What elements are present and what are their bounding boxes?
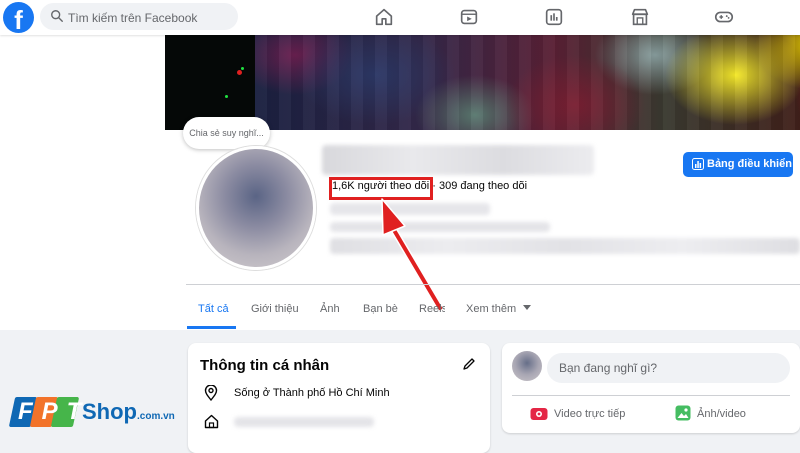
fpt-shop-watermark: FPT Shop.com.vn [8, 395, 175, 435]
search-bar[interactable] [40, 3, 238, 32]
intro-title: Thông tin cá nhân [200, 357, 330, 374]
location-pin-icon [204, 385, 218, 401]
marketplace-icon[interactable] [629, 6, 651, 28]
live-video-icon[interactable] [530, 407, 548, 421]
dashboard-icon[interactable] [543, 6, 565, 28]
tab-photos[interactable]: Ảnh [320, 303, 340, 315]
top-navigation-bar: f [0, 0, 800, 35]
chevron-down-icon [523, 305, 532, 310]
live-video-button[interactable]: Video trực tiếp [554, 408, 625, 420]
tab-more[interactable]: Xem thêm [466, 303, 532, 315]
tab-friends[interactable]: Bạn bè [363, 303, 398, 315]
chart-icon [692, 158, 704, 170]
tab-about[interactable]: Giới thiệu [251, 303, 299, 315]
annotation-arrow [381, 198, 444, 312]
active-tab-indicator [187, 326, 236, 329]
cover-photo[interactable] [255, 35, 800, 130]
tab-all[interactable]: Tất cả [198, 303, 229, 315]
thought-bubble[interactable]: Chia sẻ suy nghĩ... [183, 117, 270, 149]
home-icon[interactable] [373, 6, 395, 28]
edit-pencil-icon[interactable] [462, 357, 476, 371]
photo-video-button[interactable]: Ảnh/video [697, 408, 746, 420]
watch-icon[interactable] [458, 6, 480, 28]
composer-avatar[interactable] [512, 351, 542, 381]
search-input[interactable] [66, 3, 235, 32]
lives-in-text: Sống ở Thành phố Hồ Chí Minh [234, 387, 390, 399]
profile-avatar[interactable] [196, 146, 316, 270]
fpt-shop-text: Shop.com.vn [82, 399, 175, 424]
hometown-blurred [234, 417, 374, 427]
tab-more-label: Xem thêm [466, 303, 517, 315]
tabs-divider [186, 284, 800, 285]
cover-photo-left [165, 35, 255, 130]
dashboard-button[interactable]: Bảng điều khiển [683, 152, 793, 177]
post-composer-card: Video trực tiếp Ảnh/video [502, 343, 800, 433]
facebook-logo[interactable]: f [3, 2, 34, 33]
whats-on-your-mind-input[interactable] [547, 353, 790, 383]
tab-reels[interactable]: Reels [419, 303, 445, 315]
dashboard-button-label: Bảng điều khiển [707, 158, 792, 170]
home-icon [204, 414, 219, 429]
intro-card: Thông tin cá nhân Sống ở Thành phố Hồ Ch… [188, 343, 490, 453]
search-icon [51, 10, 63, 22]
composer-divider [512, 395, 790, 396]
gaming-icon[interactable] [713, 6, 735, 28]
fpt-logo: FPT [8, 395, 81, 429]
photo-video-icon[interactable] [675, 405, 691, 421]
following-count[interactable]: 309 đang theo dõi [439, 180, 527, 192]
profile-name-blurred [322, 145, 594, 175]
